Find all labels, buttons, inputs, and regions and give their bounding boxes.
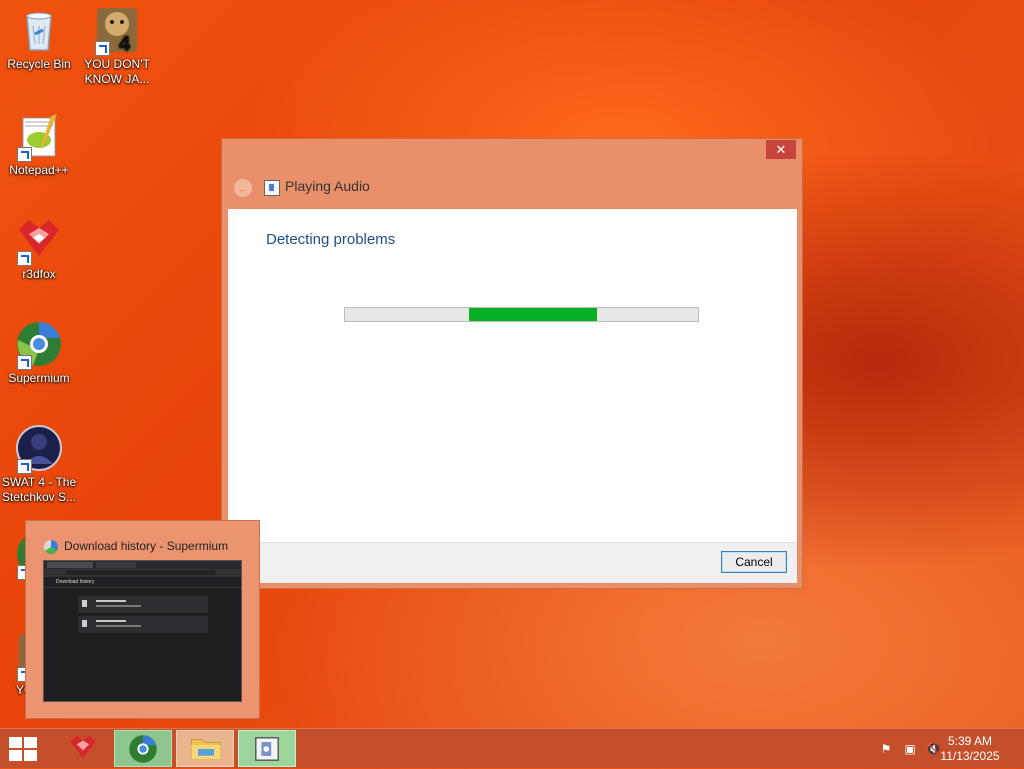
supermium-icon bbox=[15, 320, 63, 370]
taskbar-item-supermium[interactable] bbox=[114, 730, 172, 767]
thumb-heading: Download history bbox=[56, 579, 95, 585]
troubleshooter-icon bbox=[264, 180, 280, 196]
taskbar: ⚑ ▣ 🔇 5:39 AM 11/13/2025 bbox=[0, 728, 1024, 768]
desktop-icon-game[interactable]: 4 YOU DON'T KNOW JA... bbox=[79, 6, 155, 87]
thumb-download-item bbox=[78, 616, 208, 633]
clock-date: 11/13/2025 bbox=[940, 749, 1000, 763]
flag-icon[interactable]: ⚑ bbox=[879, 742, 893, 756]
file-explorer-icon bbox=[191, 739, 221, 760]
desktop-icon-label: SWAT 4 - The Stetchkov S... bbox=[1, 475, 77, 504]
svg-text:4: 4 bbox=[119, 33, 131, 54]
desktop-icon-label: Recycle Bin bbox=[7, 57, 71, 71]
desktop-icon-swat4[interactable]: SWAT 4 - The Stetchkov S... bbox=[1, 424, 77, 505]
swat4-icon bbox=[15, 424, 63, 474]
thumb-tab-bar bbox=[44, 561, 241, 569]
status-heading: Detecting problems bbox=[266, 231, 396, 248]
cancel-button[interactable]: Cancel bbox=[721, 551, 787, 573]
dialog-content: Detecting problems bbox=[228, 209, 797, 542]
desktop-icon-supermium[interactable]: Supermium bbox=[1, 320, 77, 386]
taskbar-item-troubleshooter[interactable] bbox=[238, 730, 296, 767]
troubleshooter-dialog: ✕ ← Playing Audio Detecting problems Can… bbox=[221, 138, 803, 589]
troubleshooter-icon bbox=[255, 737, 279, 761]
supermium-icon bbox=[129, 735, 157, 763]
r3dfox-icon bbox=[15, 216, 63, 266]
recycle-bin-icon bbox=[15, 6, 63, 54]
desktop-icon-recycle-bin[interactable]: Recycle Bin bbox=[1, 6, 77, 72]
desktop-icon-label: YOU DON'T KNOW JA... bbox=[84, 57, 150, 86]
desktop-icon-r3dfox[interactable]: r3dfox bbox=[1, 216, 77, 282]
close-button[interactable]: ✕ bbox=[766, 140, 796, 159]
taskbar-item-r3dfox[interactable] bbox=[54, 730, 112, 767]
clock[interactable]: 5:39 AM 11/13/2025 bbox=[930, 734, 1010, 764]
r3dfox-icon bbox=[70, 735, 96, 758]
system-tray: ⚑ ▣ 🔇 5:39 AM 11/13/2025 bbox=[864, 729, 1024, 769]
thumb-address bbox=[66, 570, 216, 575]
desktop-icon-notepad-plus-plus[interactable]: Notepad++ bbox=[1, 112, 77, 178]
taskbar-item-file-explorer[interactable] bbox=[176, 730, 234, 767]
thumb-download-item bbox=[78, 596, 208, 613]
dialog-footer: Cancel bbox=[228, 542, 797, 583]
start-button[interactable] bbox=[9, 737, 37, 761]
desktop-icon-label: Supermium bbox=[8, 371, 70, 385]
preview-title: Download history - Supermium bbox=[64, 539, 229, 553]
desktop-icon-label: Notepad++ bbox=[9, 163, 69, 177]
clock-time: 5:39 AM bbox=[947, 734, 993, 748]
progress-bar bbox=[344, 307, 699, 322]
notepad-plus-plus-icon bbox=[15, 112, 63, 162]
taskbar-thumbnail-preview[interactable]: Download history - Supermium Download hi… bbox=[25, 520, 260, 719]
supermium-icon bbox=[44, 540, 58, 554]
network-icon[interactable]: ▣ bbox=[903, 742, 917, 756]
desktop-icon-label: r3dfox bbox=[22, 267, 56, 281]
dialog-title: Playing Audio bbox=[285, 178, 370, 194]
progress-fill bbox=[468, 308, 597, 321]
game-icon: 4 bbox=[93, 6, 141, 56]
back-arrow-icon[interactable]: ← bbox=[234, 179, 252, 197]
window-thumbnail[interactable]: Download history bbox=[43, 560, 242, 702]
